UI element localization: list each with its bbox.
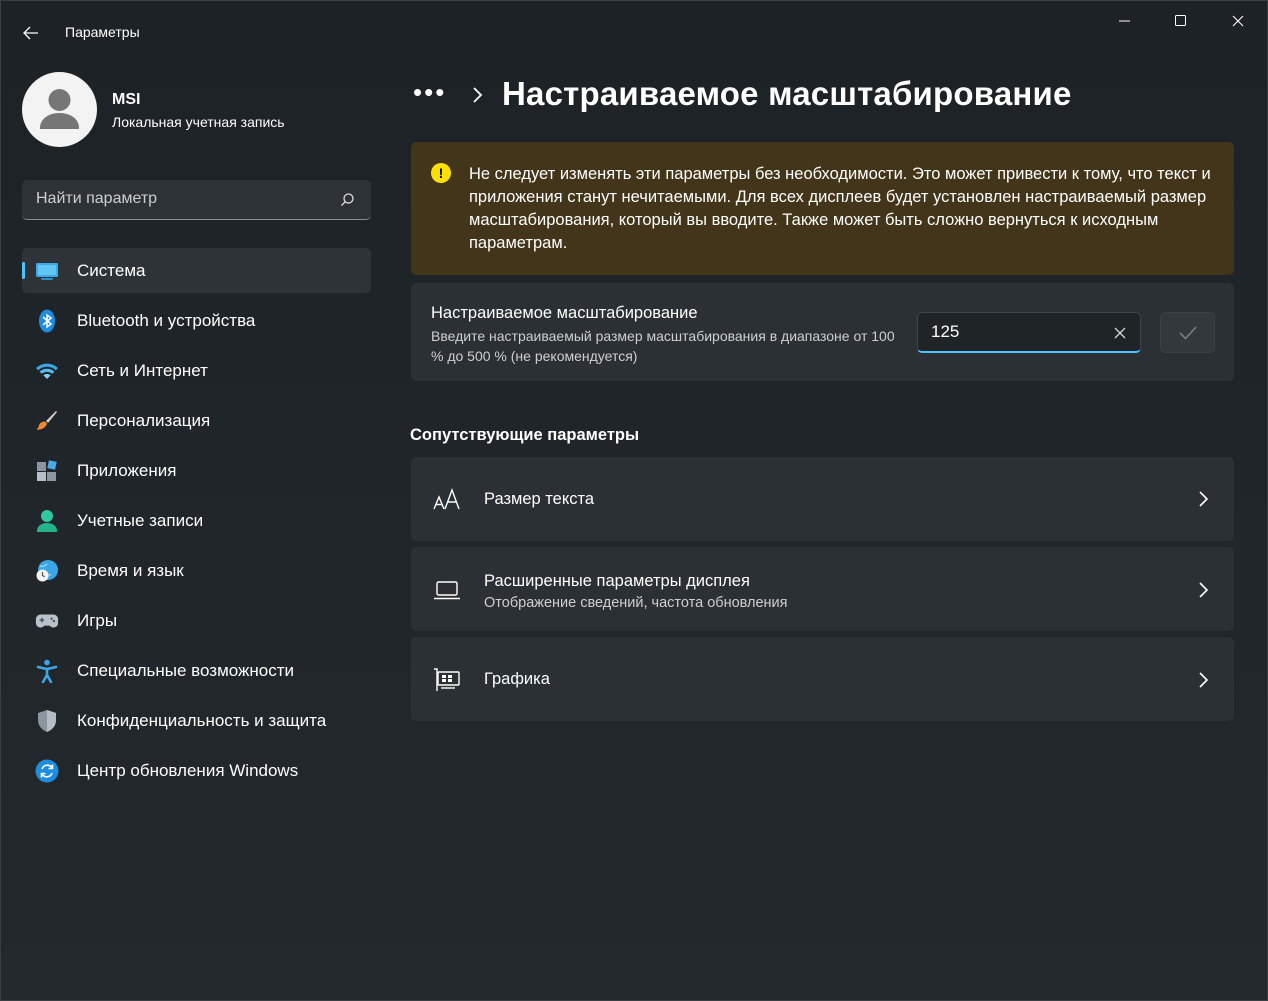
breadcrumb-overflow-button[interactable]: ••• (413, 79, 446, 105)
related-settings-heading: Сопутствующие параметры (410, 426, 640, 444)
sidebar-item-gaming[interactable]: Игры (22, 598, 371, 643)
system-display-icon (35, 259, 59, 283)
sidebar-nav: Система Bluetooth и устройства Сеть и Ин… (22, 248, 371, 798)
minimize-button[interactable] (1102, 7, 1148, 35)
related-item-graphics[interactable]: Графика (411, 637, 1234, 721)
sidebar-item-time-language[interactable]: Время и язык (22, 548, 371, 593)
apps-icon (35, 459, 59, 483)
close-icon (1232, 15, 1244, 27)
sidebar-item-label: Время и язык (77, 560, 184, 580)
sidebar-item-label: Центр обновления Windows (77, 760, 299, 780)
sidebar-item-label: Специальные возможности (77, 660, 295, 680)
search-icon[interactable] (339, 192, 355, 208)
related-item-advanced-display[interactable]: Расширенные параметры дисплея Отображени… (411, 547, 1234, 631)
custom-scaling-card: Настраиваемое масштабирование Введите на… (411, 283, 1234, 381)
sidebar-item-label: Учетные записи (77, 510, 204, 530)
bluetooth-icon (35, 309, 59, 333)
related-item-title: Расширенные параметры дисплея (484, 572, 750, 590)
sidebar-item-apps[interactable]: Приложения (22, 448, 371, 493)
sidebar-item-privacy[interactable]: Конфиденциальность и защита (22, 698, 371, 743)
custom-scaling-description: Введите настраиваемый размер масштабиров… (431, 328, 895, 364)
text-size-icon (432, 484, 462, 514)
sidebar-item-label: Bluetooth и устройства (77, 310, 256, 330)
scaling-input[interactable] (931, 322, 1101, 342)
chevron-right-icon (1199, 491, 1209, 507)
minimize-icon (1119, 20, 1130, 22)
app-title: Параметры (65, 24, 140, 40)
checkmark-icon (1178, 325, 1197, 340)
wifi-icon (35, 359, 59, 383)
sidebar-item-label: Конфиденциальность и защита (77, 710, 327, 730)
brush-icon (35, 409, 59, 433)
sidebar-item-system[interactable]: Система (22, 248, 371, 293)
user-silhouette-icon (40, 89, 79, 129)
scaling-input-box[interactable] (917, 312, 1141, 353)
maximize-button[interactable] (1158, 7, 1204, 35)
sidebar-item-label: Персонализация (77, 410, 211, 430)
sidebar-item-network[interactable]: Сеть и Интернет (22, 348, 371, 393)
accessibility-icon (35, 659, 59, 683)
search-input[interactable] (36, 190, 326, 208)
update-icon (35, 759, 59, 783)
related-item-text-size[interactable]: Размер текста (411, 457, 1234, 541)
search-box[interactable] (22, 180, 371, 220)
chevron-right-icon (1199, 672, 1209, 688)
arrow-left-icon (23, 26, 38, 40)
shield-icon (35, 709, 59, 733)
breadcrumb-chevron-icon (473, 87, 483, 103)
sidebar-item-personalization[interactable]: Персонализация (22, 398, 371, 443)
sidebar-item-label: Система (77, 260, 146, 280)
sidebar-item-accounts[interactable]: Учетные записи (22, 498, 371, 543)
maximize-icon (1175, 15, 1186, 26)
avatar[interactable] (22, 72, 97, 147)
clear-icon[interactable] (1112, 325, 1128, 341)
related-item-subtitle: Отображение сведений, частота обновления (484, 595, 788, 611)
title-bar: Параметры (1, 1, 1267, 49)
sidebar-item-accessibility[interactable]: Специальные возможности (22, 648, 371, 693)
sidebar-item-label: Сеть и Интернет (77, 360, 208, 380)
warning-icon: ! (431, 163, 451, 183)
chevron-right-icon (1199, 582, 1209, 598)
related-item-title: Графика (484, 670, 550, 688)
gamepad-icon (35, 609, 59, 633)
custom-scaling-title: Настраиваемое масштабирование (431, 304, 698, 322)
sidebar-item-label: Приложения (77, 460, 177, 480)
sidebar-item-bluetooth[interactable]: Bluetooth и устройства (22, 298, 371, 343)
account-type: Локальная учетная запись (112, 114, 285, 130)
page-title: Настраиваемое масштабирование (502, 75, 1072, 112)
warning-banner: ! Не следует изменять эти параметры без … (411, 142, 1234, 275)
apply-scaling-button[interactable] (1160, 312, 1215, 353)
globe-clock-icon (35, 559, 59, 583)
sidebar-item-label: Игры (77, 610, 118, 630)
sidebar-item-windows-update[interactable]: Центр обновления Windows (22, 748, 371, 793)
settings-window: Параметры MSI Локальная учетная запись С… (0, 0, 1268, 1001)
close-button[interactable] (1215, 7, 1261, 35)
user-name: MSI (112, 91, 141, 108)
person-icon (35, 509, 59, 533)
graphics-card-icon (432, 665, 462, 695)
back-button[interactable] (15, 17, 47, 49)
warning-text: Не следует изменять эти параметры без не… (469, 165, 1211, 252)
related-item-title: Размер текста (484, 490, 595, 508)
laptop-icon (432, 575, 462, 605)
